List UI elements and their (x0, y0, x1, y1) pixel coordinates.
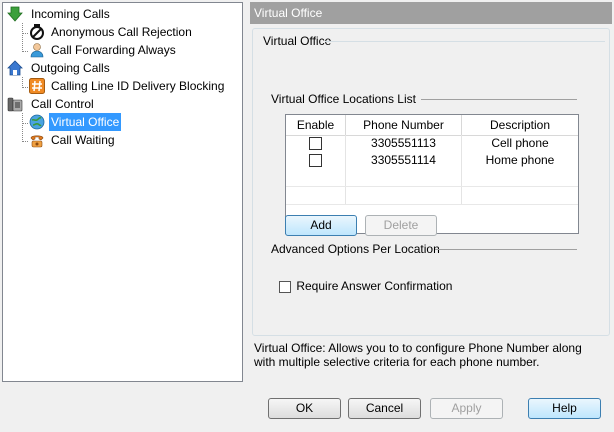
divider (435, 249, 577, 250)
add-button[interactable]: Add (285, 215, 357, 236)
require-answer-confirmation-row[interactable]: Require Answer Confirmation (279, 279, 452, 293)
tree-item-label: Incoming Calls (31, 7, 110, 21)
column-header-enable[interactable]: Enable (286, 115, 346, 135)
ok-button[interactable]: OK (268, 398, 341, 419)
tree-connector (22, 33, 28, 34)
phone-icon (7, 96, 23, 112)
globe-icon (29, 114, 45, 130)
phone-number-cell: 3305551113 (346, 135, 462, 152)
cancel-button[interactable]: Cancel (348, 398, 421, 419)
require-answer-confirmation-checkbox[interactable] (279, 280, 291, 293)
tree-item-label: Call Control (31, 97, 94, 111)
content-pane: Virtual Office Virtual Office Virtual Of… (250, 2, 612, 382)
tree-item-label: Calling Line ID Delivery Blocking (51, 79, 225, 93)
tree-item-label: Call Waiting (51, 133, 115, 147)
tree-connector (22, 51, 28, 52)
tree-connector (22, 87, 28, 88)
virtual-office-group: Virtual Office Virtual Office Locations … (252, 28, 610, 336)
person-icon (29, 42, 45, 58)
house-icon (7, 60, 23, 76)
page-title: Virtual Office (250, 2, 612, 24)
divider (421, 99, 577, 100)
empty-row (286, 187, 578, 205)
group-title: Virtual Office (263, 34, 332, 48)
navigation-tree[interactable]: Incoming Calls Anonymous Call Rejection … (2, 2, 243, 382)
table-row[interactable]: 3305551114 Home phone (286, 152, 578, 169)
description-cell: Home phone (485, 153, 555, 167)
table-header: Enable Phone Number Description (286, 115, 578, 136)
tree-connector (22, 113, 23, 142)
down-arrow-icon (7, 6, 23, 22)
page-description: Virtual Office: Allows you to to configu… (254, 341, 582, 369)
tree-item-label: Outgoing Calls (31, 61, 110, 75)
enable-checkbox[interactable] (309, 154, 322, 168)
blocked-phone-icon (29, 24, 45, 40)
locations-list-title: Virtual Office Locations List (271, 92, 416, 106)
require-answer-confirmation-label: Require Answer Confirmation (296, 279, 453, 293)
help-button[interactable]: Help (528, 398, 601, 419)
hash-icon (29, 78, 45, 94)
tree-connector (22, 23, 23, 52)
advanced-options-title: Advanced Options Per Location (271, 242, 440, 256)
phone-number-cell: 3305551114 (346, 152, 462, 169)
divider (325, 41, 605, 42)
tree-item-label: Virtual Office (49, 113, 122, 131)
empty-row (286, 169, 578, 187)
tree-connector (22, 141, 28, 142)
tree-item-label: Anonymous Call Rejection (51, 25, 192, 39)
column-header-phone-number[interactable]: Phone Number (346, 115, 462, 135)
tree-item-label: Call Forwarding Always (51, 43, 176, 57)
tree-connector (22, 123, 28, 124)
description-cell: Cell phone (491, 136, 549, 150)
table-row[interactable]: 3305551113 Cell phone (286, 135, 578, 152)
phone-ringing-icon (29, 132, 45, 148)
apply-button[interactable]: Apply (430, 398, 503, 419)
delete-button[interactable]: Delete (365, 215, 437, 236)
column-header-description[interactable]: Description (462, 115, 578, 135)
enable-checkbox[interactable] (309, 137, 322, 151)
